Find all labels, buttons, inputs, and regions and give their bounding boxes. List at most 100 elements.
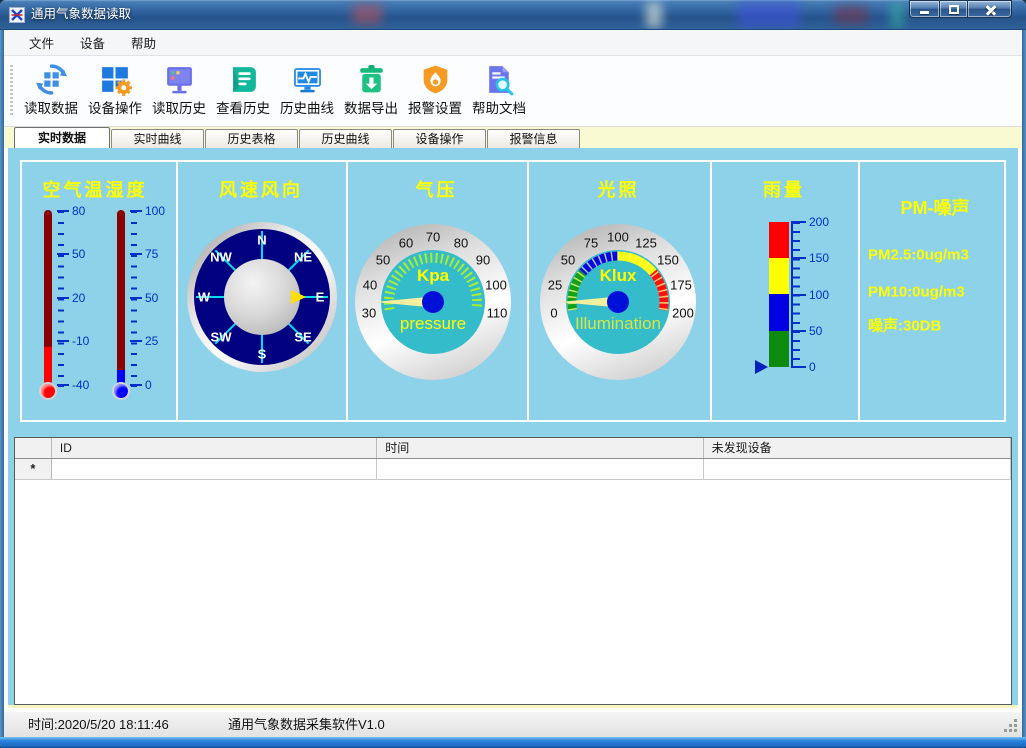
maximize-button[interactable] (939, 0, 967, 18)
grid-header-device[interactable]: 未发现设备 (704, 438, 1011, 458)
grid-header-time[interactable]: 时间 (377, 438, 703, 458)
compass-label-se: SE (294, 330, 311, 345)
titlebar-glass-reflection (646, 2, 662, 28)
app-window: 通用气象数据读取 文件 设备 帮助 读取数据 (0, 0, 1026, 748)
rain-segment-green (769, 331, 789, 367)
grid-new-row: * (15, 459, 1011, 480)
illumination-caption: Illumination (538, 314, 698, 334)
toolbar-button-label: 历史曲线 (280, 97, 334, 117)
compass-label-nw: NW (210, 250, 232, 265)
weather-app-icon (9, 7, 25, 23)
device-operation-button[interactable]: 设备操作 (83, 60, 147, 122)
realtime-data-page: 空气温湿度 80 50 20 -10 -40 100 75 50 25 (8, 148, 1018, 708)
titlebar-glass-reflection (890, 2, 904, 28)
menu-item-file[interactable]: 文件 (16, 29, 67, 56)
tab-realtime-curve[interactable]: 实时曲线 (111, 129, 204, 148)
pressure-gauge: 30 40 50 60 70 80 90 100 110 Kpa pressur… (353, 222, 513, 382)
close-icon (985, 4, 997, 16)
tab-history-curve[interactable]: 历史曲线 (299, 129, 392, 148)
tab-realtime-data[interactable]: 实时数据 (14, 127, 110, 148)
grid-header-row: ID 时间 未发现设备 (15, 438, 1011, 459)
rain-scale-label: 200 (809, 215, 845, 229)
grid-cell-id[interactable] (52, 459, 377, 480)
temperature-thermometer: 80 50 20 -10 -40 (32, 210, 102, 410)
status-time: 时间:2020/5/20 18:11:46 (28, 712, 169, 738)
humidity-scale-label: 75 (145, 247, 179, 261)
data-export-button[interactable]: 数据导出 (339, 60, 403, 122)
panel-title: PM-噪声 (858, 194, 1012, 220)
minimize-icon (920, 11, 929, 14)
compass-label-w: W (198, 290, 210, 305)
window-title: 通用气象数据读取 (31, 0, 131, 30)
rain-scale-label: 50 (809, 324, 845, 338)
read-data-button[interactable]: 读取数据 (19, 60, 83, 122)
compass-label-sw: SW (211, 330, 232, 345)
panel-title: 雨量 (710, 176, 858, 202)
menu-item-device[interactable]: 设备 (67, 29, 118, 56)
humidity-scale-label: 0 (145, 378, 179, 392)
temp-scale-label: -10 (72, 334, 106, 348)
panel-title: 空气温湿度 (14, 176, 176, 202)
tab-alarm-info[interactable]: 报警信息 (487, 129, 580, 148)
help-doc-icon (483, 63, 516, 96)
toolbar-button-label: 帮助文档 (472, 97, 526, 117)
grid-header-id[interactable]: ID (52, 438, 377, 458)
toolbar-grip[interactable] (10, 65, 13, 117)
history-curve-icon (291, 63, 324, 96)
rain-segment-red (769, 222, 789, 258)
grid-cell-time[interactable] (377, 459, 703, 480)
help-doc-button[interactable]: 帮助文档 (467, 60, 531, 122)
temp-scale-label: 80 (72, 204, 106, 218)
history-curve-button[interactable]: 历史曲线 (275, 60, 339, 122)
illumination-panel: 光照 0 25 50 75 100 125 150 175 200 (527, 154, 710, 428)
minimize-button[interactable] (909, 0, 939, 18)
resize-grip[interactable] (1014, 729, 1017, 732)
pressure-unit: Kpa (353, 266, 513, 286)
toolbar-button-label: 报警设置 (408, 97, 462, 117)
noise-value: 噪声:30DB (868, 315, 941, 336)
rain-scale-label: 0 (809, 360, 845, 374)
compass-hub (224, 259, 300, 335)
grid-cell-device[interactable] (704, 459, 1011, 480)
tab-history-table[interactable]: 历史表格 (205, 129, 298, 148)
titlebar-glass-reflection (834, 6, 868, 24)
window-controls (909, 0, 1012, 18)
view-history-icon (227, 63, 260, 96)
pressure-panel: 气压 30 40 50 60 70 80 90 100 110 Kpa (346, 154, 527, 428)
grid-selector-header[interactable] (15, 438, 52, 458)
read-history-button[interactable]: 读取历史 (147, 60, 211, 122)
humidity-scale-label: 100 (145, 204, 179, 218)
status-app-name: 通用气象数据采集软件V1.0 (228, 712, 385, 738)
titlebar-glass-reflection (738, 2, 800, 28)
panel-title: 气压 (346, 176, 527, 202)
alarm-settings-button[interactable]: 报警设置 (403, 60, 467, 122)
compass-label-e: E (316, 290, 325, 305)
panel-title: 光照 (527, 176, 710, 202)
pressure-gauge-dial (353, 222, 513, 382)
menu-item-help[interactable]: 帮助 (118, 29, 169, 56)
read-history-icon (163, 63, 196, 96)
compass-label-s: S (258, 347, 267, 362)
titlebar-glass-reflection (352, 4, 382, 24)
temp-scale-label: 50 (72, 247, 106, 261)
rain-segment-yellow (769, 258, 789, 294)
grid-new-row-marker[interactable]: * (15, 459, 52, 480)
view-history-button[interactable]: 查看历史 (211, 60, 275, 122)
data-export-icon (355, 63, 388, 96)
toolbar: 读取数据 设备操作 (4, 56, 1022, 127)
menu-bar: 文件 设备 帮助 (4, 30, 1022, 56)
close-button[interactable] (967, 0, 1012, 18)
window-frame-bottom (0, 737, 1026, 748)
tab-device-operation[interactable]: 设备操作 (393, 129, 486, 148)
toolbar-button-label: 读取历史 (152, 97, 206, 117)
title-bar[interactable]: 通用气象数据读取 (0, 0, 1026, 30)
tab-strip: 实时数据 实时曲线 历史表格 历史曲线 设备操作 报警信息 (4, 127, 1022, 148)
rain-scale-label: 100 (809, 288, 845, 302)
illumination-gauge: 0 25 50 75 100 125 150 175 200 (538, 222, 698, 382)
rain-scale-label: 150 (809, 251, 845, 265)
humidity-scale-label: 25 (145, 334, 179, 348)
rain-value-pointer (755, 360, 768, 374)
humidity-thermometer: 100 75 50 25 0 (105, 210, 175, 410)
toolbar-button-label: 查看历史 (216, 97, 270, 117)
maximize-icon (949, 5, 959, 14)
